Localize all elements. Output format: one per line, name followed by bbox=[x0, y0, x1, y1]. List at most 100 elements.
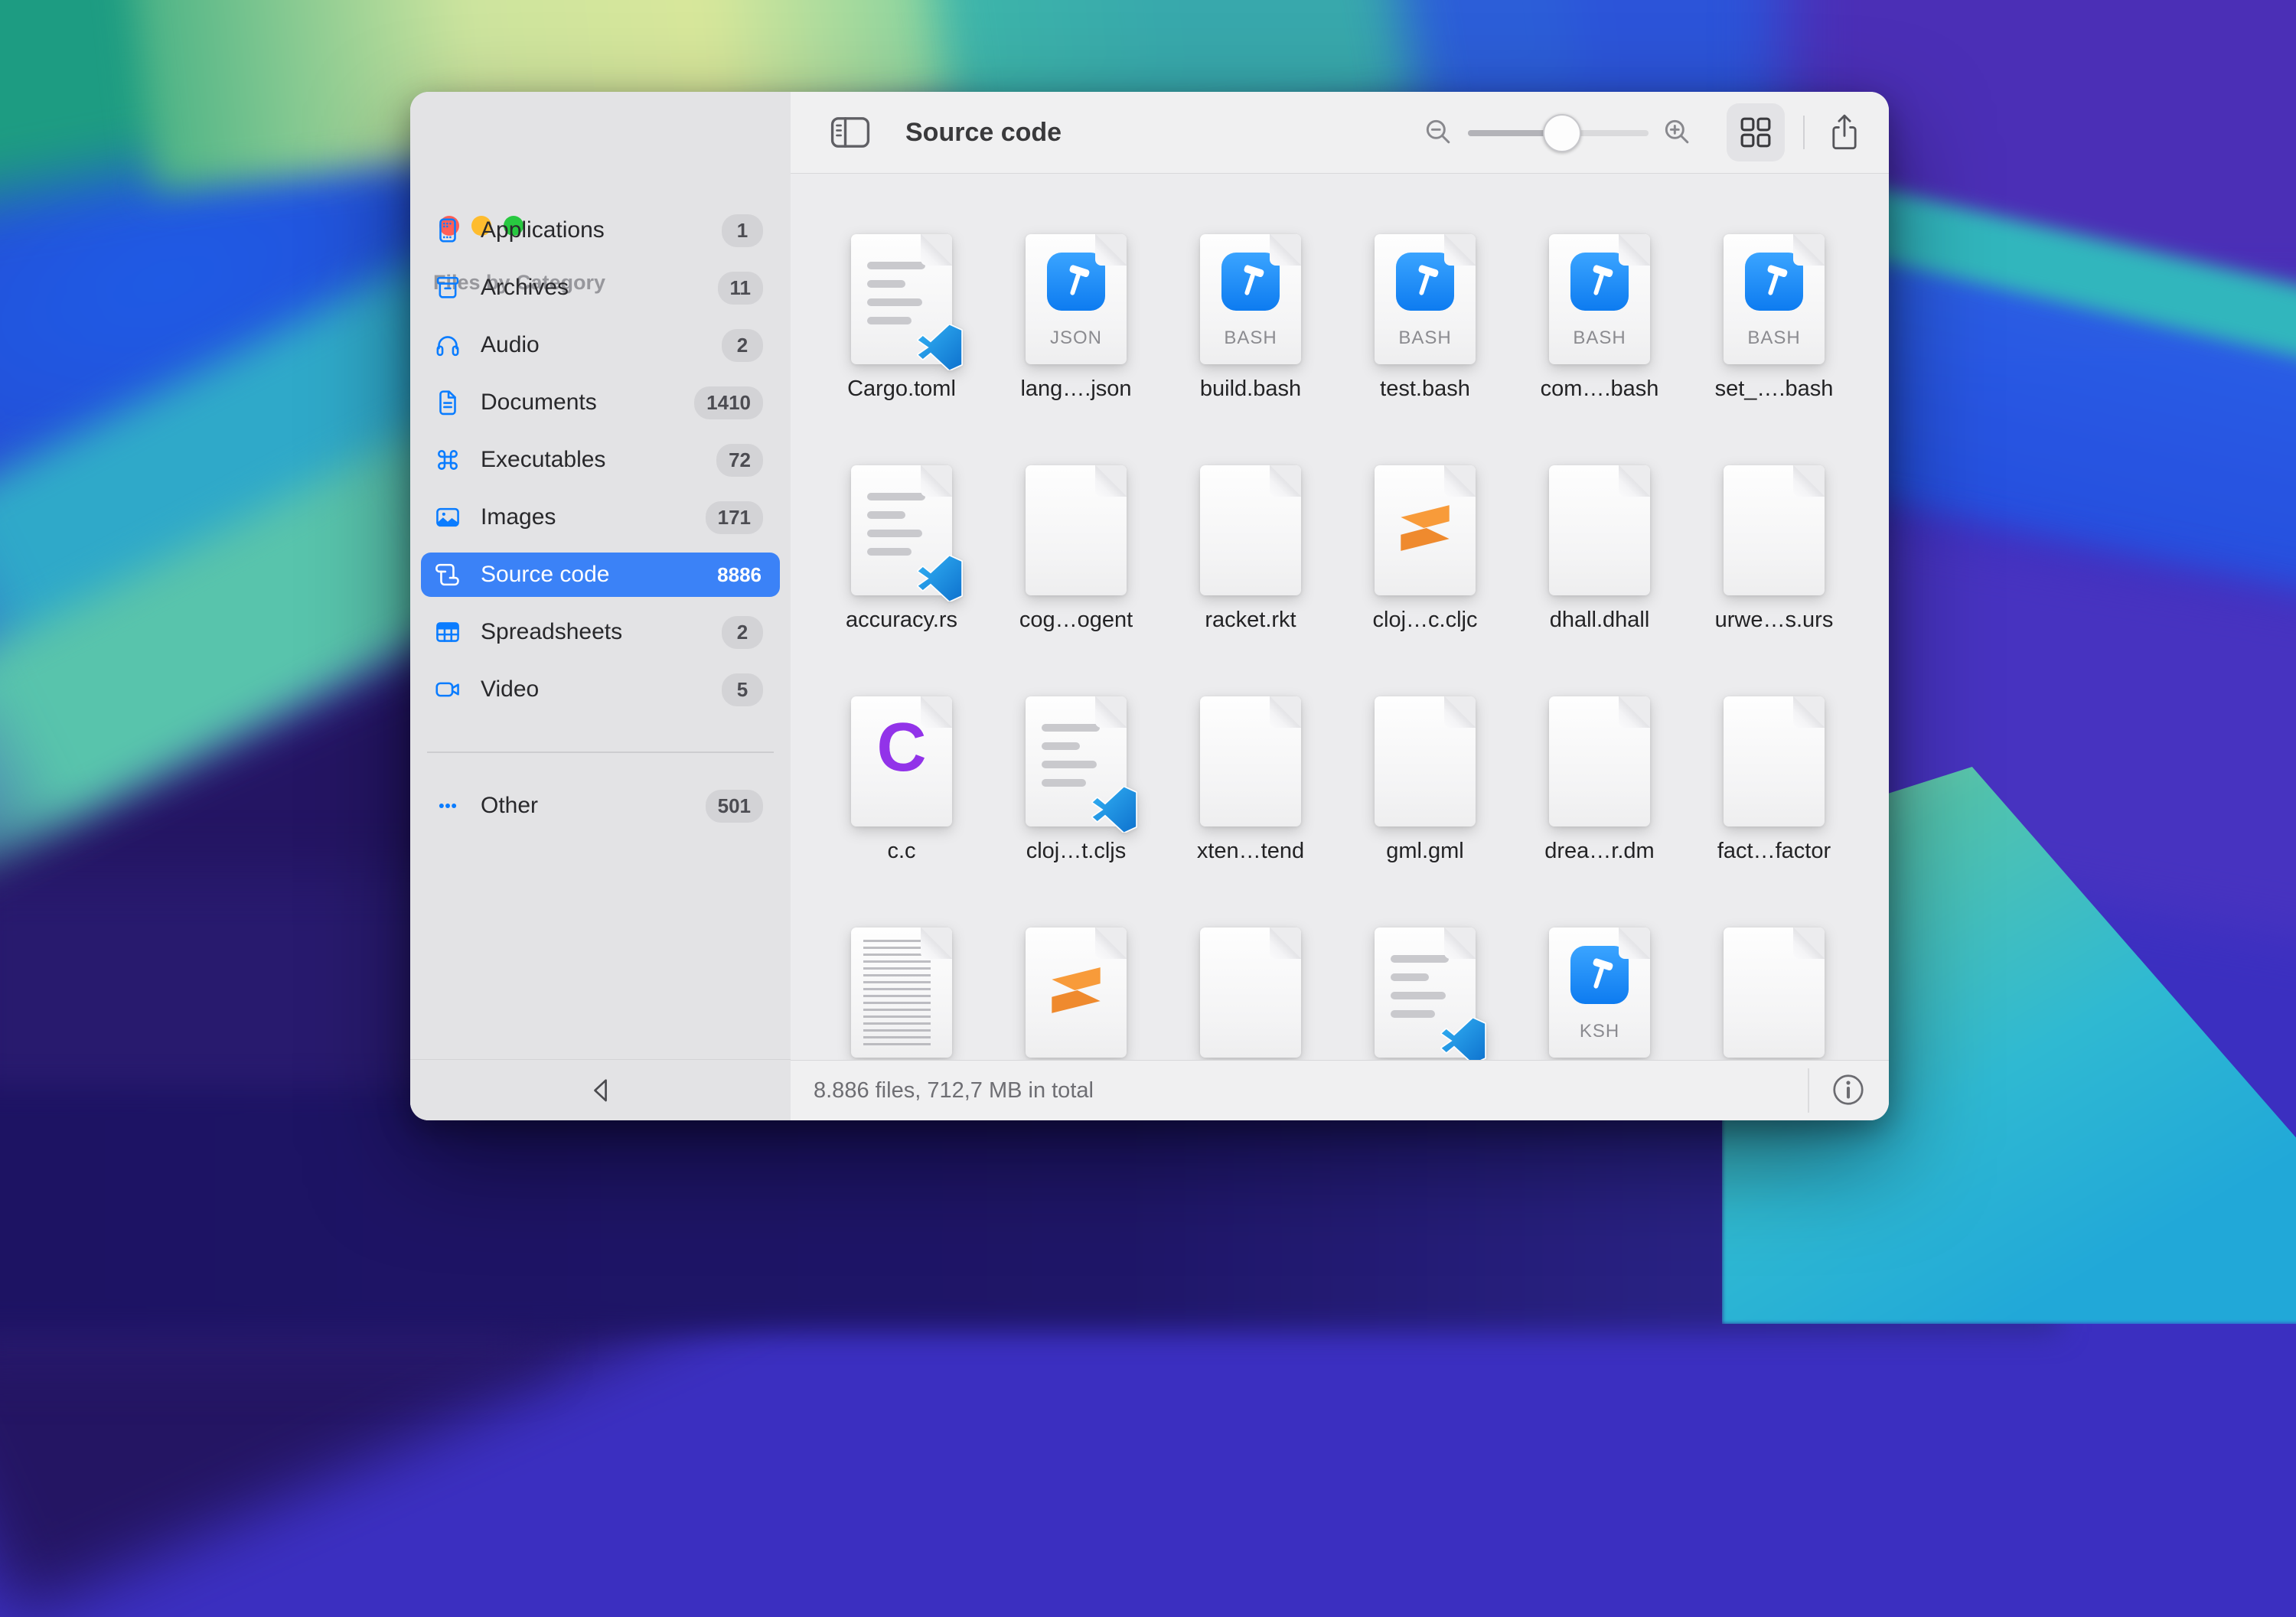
sidebar-item-images[interactable]: Images 171 bbox=[421, 495, 780, 540]
document-page-icon bbox=[1724, 465, 1825, 595]
file-cloj-t-cljs[interactable]: cloj…t.cljs bbox=[989, 696, 1163, 864]
file-icon: BASH bbox=[1200, 234, 1301, 364]
file-c-c[interactable]: Cc.c bbox=[814, 696, 989, 864]
share-button[interactable] bbox=[1823, 113, 1866, 152]
text-line bbox=[867, 548, 912, 556]
file-extension-label: BASH bbox=[1573, 328, 1626, 348]
file-racket-rkt[interactable]: racket.rkt bbox=[1163, 465, 1338, 633]
file-name-label: c.c bbox=[887, 839, 916, 863]
sidebar-item-spreadsheets[interactable]: Spreadsheets 2 bbox=[421, 610, 780, 654]
file-unnamed-plain[interactable] bbox=[1163, 927, 1338, 1058]
document-page-icon bbox=[1549, 696, 1650, 826]
vscode-logo-icon bbox=[917, 554, 963, 603]
file-unnamed-text-preview[interactable] bbox=[814, 927, 989, 1058]
file-icon bbox=[1549, 465, 1650, 595]
file-row: Cc.c cloj…t.cljs xten…tend gml.gml drea…r.dm… bbox=[814, 696, 1861, 864]
file-lang-json[interactable]: JSON lang….json bbox=[989, 234, 1163, 402]
text-line bbox=[1391, 1010, 1435, 1018]
file-build-bash[interactable]: BASH build.bash bbox=[1163, 234, 1338, 402]
file-name-label: xten…tend bbox=[1196, 839, 1305, 863]
script-hammer-icon bbox=[1745, 253, 1803, 311]
script-hammer-icon bbox=[1221, 253, 1280, 311]
text-line bbox=[1042, 761, 1097, 768]
zoom-out-button[interactable] bbox=[1417, 115, 1460, 150]
sidebar-item-video[interactable]: Video 5 bbox=[421, 667, 780, 712]
spreadsheets-icon bbox=[433, 618, 462, 647]
file-unnamed-sublime[interactable] bbox=[989, 927, 1163, 1058]
file-fact-factor[interactable]: fact…factor bbox=[1687, 696, 1861, 864]
zoom-slider[interactable] bbox=[1468, 114, 1649, 152]
document-page-icon bbox=[1200, 927, 1301, 1058]
document-page-icon: BASH bbox=[1375, 234, 1476, 364]
document-page-icon: BASH bbox=[1549, 234, 1650, 364]
zoom-controls bbox=[1417, 114, 1699, 152]
wallpaper-layer bbox=[0, 1087, 2059, 1332]
file-xten-tend[interactable]: xten…tend bbox=[1163, 696, 1338, 864]
file-gml-gml[interactable]: gml.gml bbox=[1338, 696, 1512, 864]
text-line bbox=[867, 262, 925, 269]
script-hammer-icon bbox=[1570, 946, 1629, 1004]
info-icon bbox=[1833, 1074, 1864, 1105]
sidebar-item-label: Video bbox=[481, 676, 540, 702]
file-test-bash[interactable]: BASH test.bash bbox=[1338, 234, 1512, 402]
file-cog-ogent[interactable]: cog…ogent bbox=[989, 465, 1163, 633]
document-page-icon bbox=[1549, 465, 1650, 595]
sublime-text-logo-icon bbox=[1391, 494, 1459, 562]
file-drea-r-dm[interactable]: drea…r.dm bbox=[1512, 696, 1687, 864]
file-dhall-dhall[interactable]: dhall.dhall bbox=[1512, 465, 1687, 633]
status-summary: 8.886 files, 712,7 MB in total bbox=[814, 1077, 1094, 1103]
status-bar: 8.886 files, 712,7 MB in total bbox=[791, 1060, 1889, 1120]
file-cloj-c-cljc[interactable]: cloj…c.cljc bbox=[1338, 465, 1512, 633]
file-name-label: lang….json bbox=[1020, 377, 1132, 401]
file-com-bash[interactable]: BASH com….bash bbox=[1512, 234, 1687, 402]
file-unnamed-plain[interactable] bbox=[1687, 927, 1861, 1058]
file-icon bbox=[851, 927, 952, 1058]
grid-view-button[interactable] bbox=[1727, 103, 1785, 161]
main-pane: Source code Cargo.toml JSON lang….json B… bbox=[791, 92, 1889, 1120]
file-unnamed-vscode-text[interactable] bbox=[1338, 927, 1512, 1060]
slider-knob[interactable] bbox=[1542, 114, 1581, 152]
file-icon bbox=[1200, 696, 1301, 826]
file-icon bbox=[1375, 927, 1486, 1060]
document-page-icon: C bbox=[851, 696, 952, 826]
file-set-bash[interactable]: BASH set_….bash bbox=[1687, 234, 1861, 402]
sidebar-item-archives[interactable]: Archives 11 bbox=[421, 266, 780, 310]
file-icon bbox=[851, 234, 963, 372]
count-badge: 2 bbox=[722, 328, 763, 362]
toggle-sidebar-button[interactable] bbox=[826, 116, 875, 149]
file-urwe-s-urs[interactable]: urwe…s.urs bbox=[1687, 465, 1861, 633]
file-name-label: gml.gml bbox=[1386, 839, 1464, 863]
sublime-text-logo-icon bbox=[1042, 957, 1110, 1024]
back-button[interactable] bbox=[584, 1074, 618, 1107]
info-button[interactable] bbox=[1826, 1071, 1870, 1110]
sidebar-item-executables[interactable]: Executables 72 bbox=[421, 438, 780, 482]
file-extension-label: BASH bbox=[1224, 328, 1277, 348]
file-unnamed-hammer[interactable]: KSH bbox=[1512, 927, 1687, 1058]
document-page-icon: BASH bbox=[1200, 234, 1301, 364]
vscode-logo-icon bbox=[1440, 1016, 1486, 1060]
sidebar-item-source-code[interactable]: Source code 8886 bbox=[421, 553, 780, 597]
file-icon bbox=[1200, 465, 1301, 595]
sidebar-item-applications[interactable]: Applications 1 bbox=[421, 208, 780, 253]
sidebar-item-documents[interactable]: Documents 1410 bbox=[421, 380, 780, 425]
file-cargo-toml[interactable]: Cargo.toml bbox=[814, 234, 989, 402]
sidebar-item-label: Audio bbox=[481, 332, 540, 357]
zoom-in-button[interactable] bbox=[1656, 115, 1699, 150]
text-line bbox=[1391, 992, 1446, 999]
file-icon bbox=[1375, 696, 1476, 826]
text-line bbox=[1391, 973, 1429, 981]
file-icon: C bbox=[851, 696, 952, 826]
file-accuracy-rs[interactable]: accuracy.rs bbox=[814, 465, 989, 633]
file-icon: KSH bbox=[1549, 927, 1650, 1058]
documents-icon bbox=[433, 388, 462, 417]
text-preview-lines bbox=[863, 940, 931, 1045]
sidebar-item-other[interactable]: Other 501 bbox=[421, 784, 780, 828]
video-icon bbox=[433, 675, 462, 704]
sidebar-item-label: Images bbox=[481, 504, 556, 530]
document-page-icon: BASH bbox=[1724, 234, 1825, 364]
archives-icon bbox=[433, 273, 462, 302]
text-line bbox=[1042, 779, 1086, 787]
sidebar-item-audio[interactable]: Audio 2 bbox=[421, 323, 780, 367]
statusbar-separator bbox=[1808, 1068, 1809, 1113]
text-line bbox=[867, 530, 922, 537]
